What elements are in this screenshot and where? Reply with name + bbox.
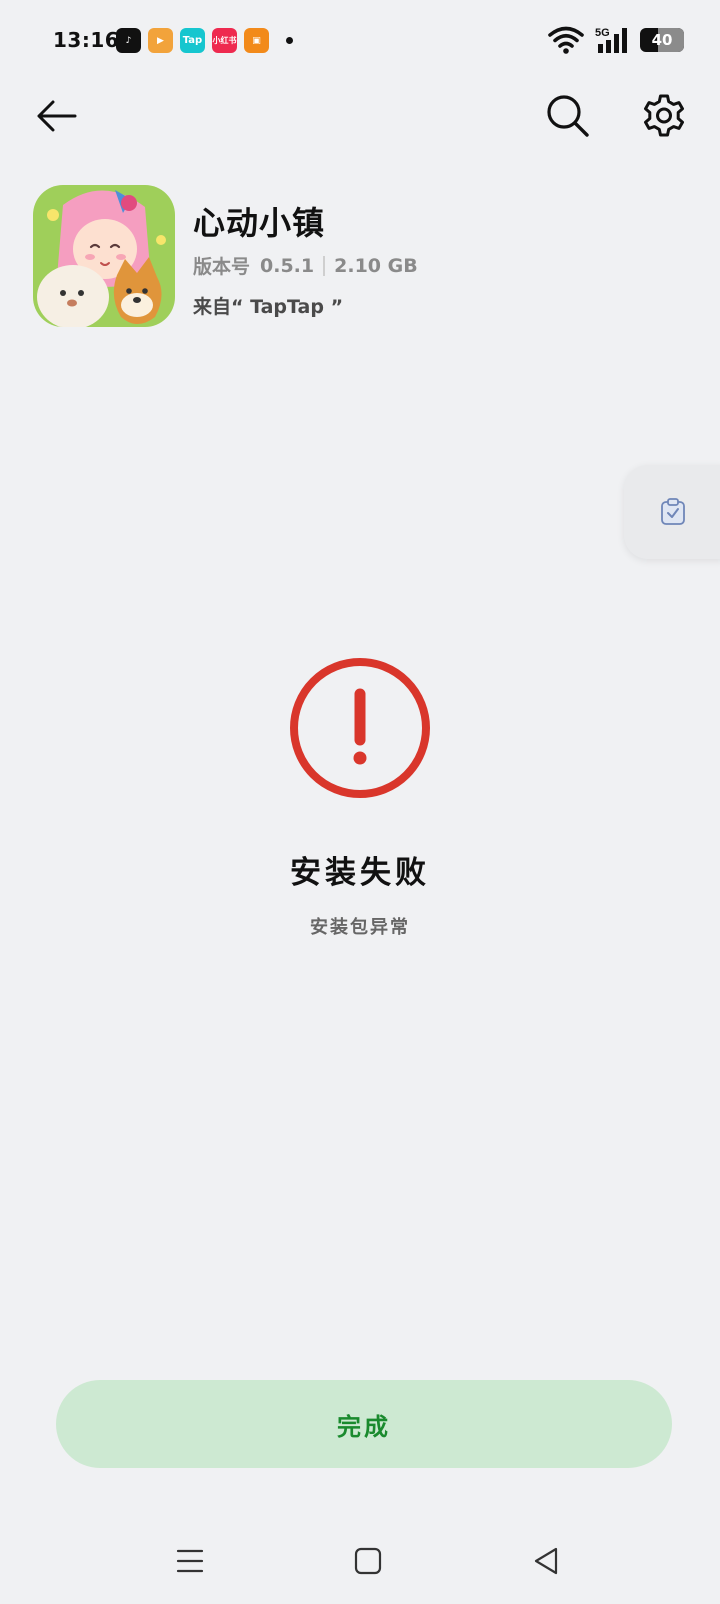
cellular-signal-icon: 5G	[595, 27, 627, 53]
app-icon	[33, 185, 175, 327]
version-value: 0.5.1	[260, 254, 315, 277]
version-label: 版本号	[193, 256, 251, 278]
battery-level: 40	[651, 31, 673, 49]
more-notifications-dot	[286, 37, 293, 44]
notification-icons: ♪ ▶ Tap 小红书 ▣	[116, 28, 293, 53]
xiaohongshu-icon: 小红书	[212, 28, 237, 53]
nav-home-button[interactable]	[338, 1538, 398, 1584]
clipboard-icon	[661, 498, 685, 525]
meta-divider	[323, 255, 326, 276]
tiktok-icon: ♪	[116, 28, 141, 53]
video-app-icon: ▶	[148, 28, 173, 53]
status-right: 5G 40	[548, 26, 684, 54]
result-title: 安装失败	[290, 855, 430, 891]
settings-button[interactable]	[636, 88, 692, 144]
back-button[interactable]	[28, 88, 84, 144]
status-bar: 13:16 ♪ ▶ Tap 小红书 ▣ 5G 40	[0, 0, 720, 84]
network-type-label: 5G	[595, 27, 610, 39]
search-button[interactable]	[540, 88, 596, 144]
wifi-icon	[548, 26, 584, 54]
menu-icon	[176, 1549, 204, 1573]
install-result-screen: 13:16 ♪ ▶ Tap 小红书 ▣ 5G 40 心动小镇 版本号 0.5.1…	[0, 0, 720, 1604]
triangle-back-icon	[534, 1547, 558, 1575]
app-name: 心动小镇	[193, 204, 326, 242]
app-artwork-icon	[33, 185, 175, 327]
orange-app-icon: ▣	[244, 28, 269, 53]
battery-icon: 40	[640, 28, 684, 52]
floating-side-tab[interactable]	[624, 465, 720, 559]
gear-icon	[644, 94, 684, 137]
package-size: 2.10 GB	[334, 254, 418, 277]
home-icon	[354, 1547, 382, 1575]
taptap-icon: Tap	[180, 28, 205, 53]
app-source: 来自“ TapTap ”	[193, 296, 344, 318]
status-time: 13:16	[53, 28, 120, 52]
search-icon	[547, 95, 589, 137]
result-subtitle: 安装包异常	[310, 917, 410, 938]
back-arrow-icon	[37, 100, 77, 132]
error-alert-icon	[290, 658, 430, 798]
nav-menu-button[interactable]	[160, 1538, 220, 1584]
nav-back-button[interactable]	[516, 1538, 576, 1584]
done-button[interactable]: 完成	[56, 1380, 672, 1468]
app-meta: 版本号 0.5.1 2.10 GB	[193, 252, 418, 279]
